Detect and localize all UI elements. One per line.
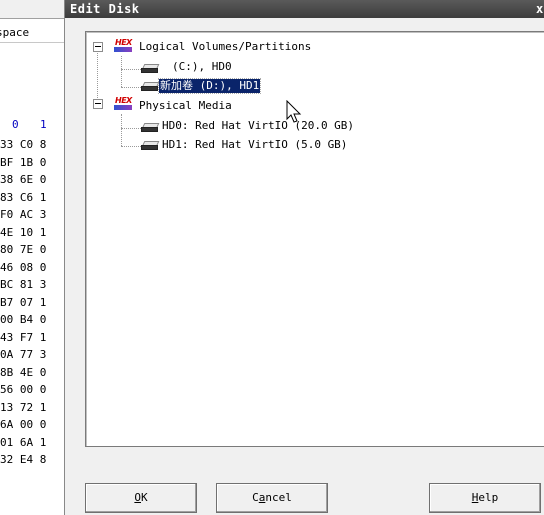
help-label-rest: elp: [478, 491, 499, 504]
hex-row: 33 C0 8: [0, 138, 47, 151]
space-column-label: space: [0, 26, 30, 39]
space-column-header[interactable]: space: [0, 24, 67, 43]
hex-row: 8B 4E 0: [0, 365, 47, 379]
hex-row: 4E 10 1: [0, 225, 47, 239]
dialog-titlebar[interactable]: Edit Disk x: [65, 0, 544, 18]
hex-row: 46 08 0: [0, 260, 47, 274]
hex-row: BC 81 3: [0, 278, 47, 291]
help-button[interactable]: Help: [429, 483, 541, 513]
hex-rows: 33 C0 8 BF 1B 0 38 6E 0 83 C6 1 F0 AC 3 4E 10…: [0, 136, 68, 469]
hex-row: 00 B4 0: [0, 313, 47, 326]
disk-info-panel: space: [0, 20, 68, 113]
tree-node-logical-volumes[interactable]: Logical Volumes/Partitions: [139, 40, 311, 54]
drive-icon: [141, 82, 160, 91]
cancel-button[interactable]: Cancel: [216, 483, 328, 513]
hex-row: 43 F7 1: [0, 330, 47, 344]
collapse-toggle-logical[interactable]: [93, 42, 103, 52]
tree-node-hd0[interactable]: HD0: Red Hat VirtIO (20.0 GB): [162, 119, 354, 133]
hex-row: 0A 77 3: [0, 348, 47, 361]
hex-logo-icon: HEX: [114, 38, 132, 53]
dialog-title: Edit Disk: [70, 2, 140, 16]
close-icon[interactable]: x: [536, 0, 544, 18]
edit-disk-dialog: Edit Disk x HEX Logical Volumes/Partitio…: [64, 0, 544, 515]
hex-row: 56 00 0: [0, 383, 47, 396]
hex-row: BF 1B 0: [0, 155, 47, 169]
editor-header-strip: [0, 0, 68, 19]
hex-row: 01 6A 1: [0, 435, 47, 449]
cancel-label-pre: C: [252, 491, 259, 504]
hex-data-panel[interactable]: 0 1 33 C0 8 BF 1B 0 38 6E 0 83 C6 1 F0 AC 3 4…: [0, 112, 68, 515]
drive-icon: [141, 141, 160, 150]
drive-icon: [141, 123, 160, 132]
tree-connector: [121, 69, 141, 70]
tree-connector: [97, 48, 98, 104]
mouse-cursor-icon: [286, 100, 302, 123]
hex-row: 32 E4 8: [0, 453, 47, 466]
tree-node-volume-c[interactable]: (C:), HD0: [172, 60, 232, 74]
tree-connector: [121, 56, 122, 87]
hex-row: 38 6E 0: [0, 173, 47, 186]
cancel-label-rest: ncel: [265, 491, 292, 504]
tree-connector: [121, 128, 141, 129]
hex-logo-icon: HEX: [114, 96, 132, 111]
hex-row: 80 7E 0: [0, 243, 47, 256]
ok-button[interactable]: OK: [85, 483, 197, 513]
ok-label-rest: K: [141, 491, 148, 504]
hex-row: B7 07 1: [0, 295, 47, 309]
tree-connector: [121, 146, 141, 147]
tree-node-volume-d[interactable]: 新加卷 (D:), HD1: [157, 78, 262, 94]
hex-row: 83 C6 1: [0, 190, 47, 204]
drive-icon: [141, 64, 160, 73]
tree-connector: [121, 87, 141, 88]
ok-mnemonic: O: [134, 491, 141, 504]
hex-row: 6A 00 0: [0, 418, 47, 431]
tree-node-hd1[interactable]: HD1: Red Hat VirtIO (5.0 GB): [162, 138, 347, 152]
disk-tree[interactable]: HEX Logical Volumes/Partitions (C:), HD0…: [85, 31, 544, 447]
collapse-toggle-physical[interactable]: [93, 99, 103, 109]
tree-node-physical-media[interactable]: Physical Media: [139, 99, 232, 113]
hex-row: F0 AC 3: [0, 208, 47, 221]
hex-column-header: 0: [12, 118, 19, 131]
hex-editor-background: space 0 1 33 C0 8 BF 1B 0 38 6E 0 83 C6 1 F0…: [0, 0, 68, 515]
hex-column-header: 1: [40, 118, 47, 131]
tree-connector: [121, 114, 122, 146]
hex-row: 13 72 1: [0, 400, 47, 414]
